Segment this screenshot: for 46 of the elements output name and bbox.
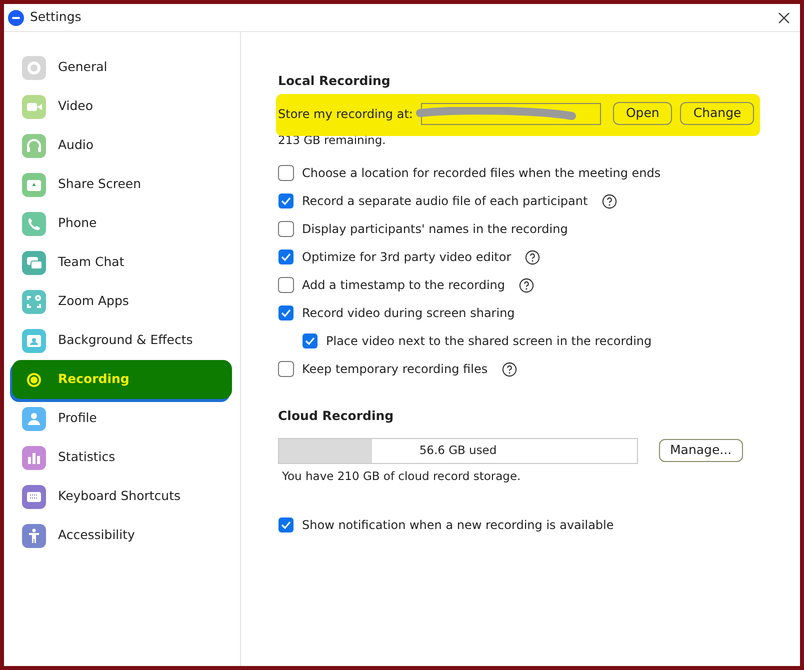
option-label: Add a timestamp to the recording (302, 277, 506, 294)
help-icon[interactable] (602, 194, 617, 208)
checkbox[interactable] (278, 305, 294, 321)
sidebar-item[interactable]: Share Screen (12, 165, 232, 204)
sidebar-item[interactable]: Accessibility (12, 516, 232, 555)
sidebar-item[interactable]: Audio (12, 126, 232, 165)
option-label: Place video next to the shared screen in the recording (326, 333, 652, 350)
sidebar-item[interactable]: Background & Effects (12, 321, 232, 360)
help-icon[interactable] (519, 278, 534, 292)
option-label: Record video during screen sharing (302, 305, 515, 322)
sidebar-item[interactable]: Video (12, 87, 232, 126)
sidebar-item[interactable]: General (12, 48, 232, 87)
section-heading: Local Recording (278, 72, 392, 90)
checkbox[interactable] (302, 333, 318, 349)
app-logo-icon (8, 10, 24, 26)
usage-reading: 56.6 GB used (419, 442, 497, 460)
help-icon[interactable] (502, 362, 517, 376)
field-label: Store my recording at: (278, 106, 413, 123)
sidebar-item[interactable]: Keyboard Shortcuts (12, 477, 232, 516)
checkbox[interactable] (278, 277, 294, 293)
checkbox[interactable] (278, 165, 294, 181)
checkbox[interactable] (278, 517, 294, 533)
path-button[interactable]: Open (612, 102, 672, 126)
section-heading: Cloud Recording (278, 407, 395, 425)
sidebar-item[interactable]: Zoom Apps (12, 282, 232, 321)
checkbox[interactable] (278, 221, 294, 237)
sidebar-item[interactable]: Phone (12, 204, 232, 243)
sidebar-item[interactable]: Team Chat (12, 243, 232, 282)
option-label: Show notification when a new recording is available (302, 517, 614, 534)
manage-button[interactable]: Manage... (659, 439, 743, 462)
option-label: Display participants' names in the recording (302, 221, 568, 238)
window-title: Settings (30, 8, 82, 26)
option-label: Choose a location for recorded files when the meeting ends (302, 165, 661, 182)
option-label: Keep temporary recording files (302, 361, 488, 378)
sidebar-item[interactable]: Statistics (12, 438, 232, 477)
sidebar-item[interactable]: Recording (12, 360, 232, 399)
help-icon[interactable] (525, 250, 540, 264)
checkbox[interactable] (278, 361, 294, 377)
checkbox[interactable] (278, 249, 294, 265)
sidebar-item[interactable]: Profile (12, 399, 232, 438)
storage-note: You have 210 GB of cloud record storage. (282, 468, 522, 485)
path-button[interactable]: Change (680, 102, 754, 126)
option-label: Optimize for 3rd party video editor (302, 249, 512, 266)
option-label: Record a separate audio file of each participant (302, 193, 588, 210)
close-icon (778, 12, 790, 24)
checkbox[interactable] (278, 193, 294, 209)
